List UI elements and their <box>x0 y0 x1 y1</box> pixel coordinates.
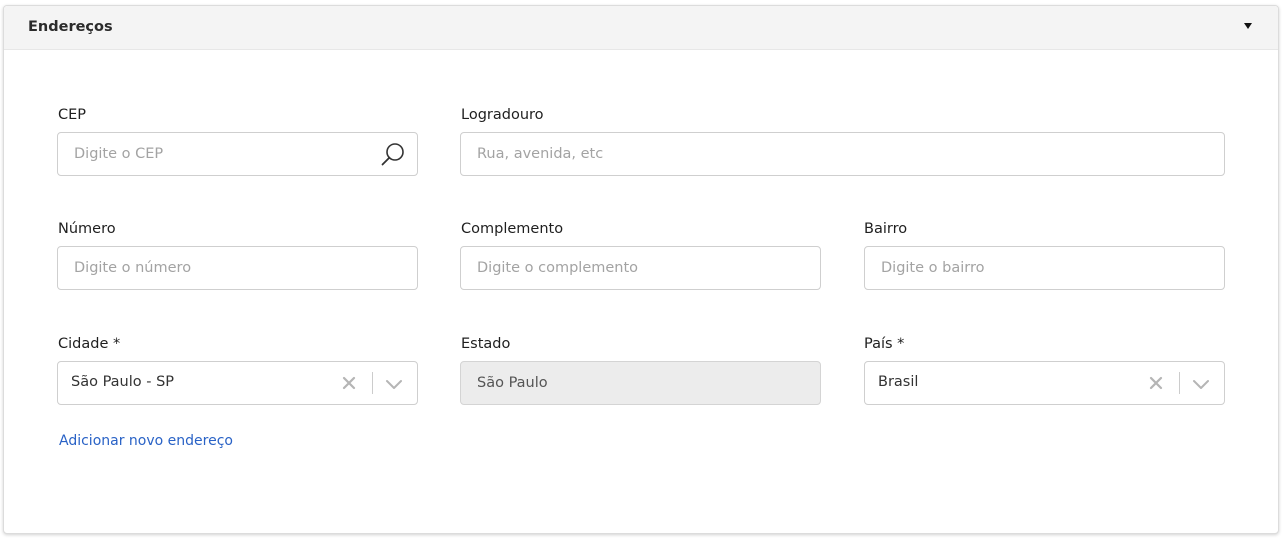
numero-field-box <box>57 246 418 290</box>
complemento-label: Complemento <box>461 221 564 237</box>
cep-field-box <box>57 132 418 176</box>
numero-label: Número <box>58 221 116 237</box>
complemento-field-box <box>460 246 821 290</box>
complemento-input[interactable] <box>461 247 820 289</box>
chevron-down-icon[interactable] <box>1191 374 1211 394</box>
estado-label: Estado <box>461 336 511 352</box>
select-separator <box>372 372 373 394</box>
bairro-field-box <box>864 246 1225 290</box>
cidade-label: Cidade * <box>58 336 121 352</box>
select-separator <box>1179 372 1180 394</box>
panel-title: Endereços <box>28 19 113 35</box>
estado-input <box>461 362 820 404</box>
pais-label: País * <box>864 336 905 352</box>
numero-input[interactable] <box>58 247 417 289</box>
chevron-down-icon[interactable] <box>384 374 404 394</box>
pais-select[interactable]: Brasil <box>864 361 1225 405</box>
cidade-selected-value: São Paulo - SP <box>71 374 175 390</box>
add-address-link[interactable]: Adicionar novo endereço <box>59 433 233 449</box>
cep-input[interactable] <box>58 133 417 175</box>
bairro-label: Bairro <box>864 221 908 237</box>
search-icon[interactable] <box>379 141 407 169</box>
addresses-panel: Endereços CEP Logradouro Número Compleme… <box>3 5 1279 534</box>
clear-icon[interactable] <box>1148 375 1164 391</box>
estado-field-box <box>460 361 821 405</box>
logradouro-input[interactable] <box>461 133 1224 175</box>
logradouro-field-box <box>460 132 1225 176</box>
logradouro-label: Logradouro <box>461 107 544 123</box>
cidade-select[interactable]: São Paulo - SP <box>57 361 418 405</box>
caret-down-icon[interactable] <box>1240 18 1256 34</box>
cep-label: CEP <box>58 107 87 123</box>
panel-header[interactable]: Endereços <box>4 6 1278 50</box>
clear-icon[interactable] <box>341 375 357 391</box>
pais-selected-value: Brasil <box>878 374 919 390</box>
bairro-input[interactable] <box>865 247 1224 289</box>
